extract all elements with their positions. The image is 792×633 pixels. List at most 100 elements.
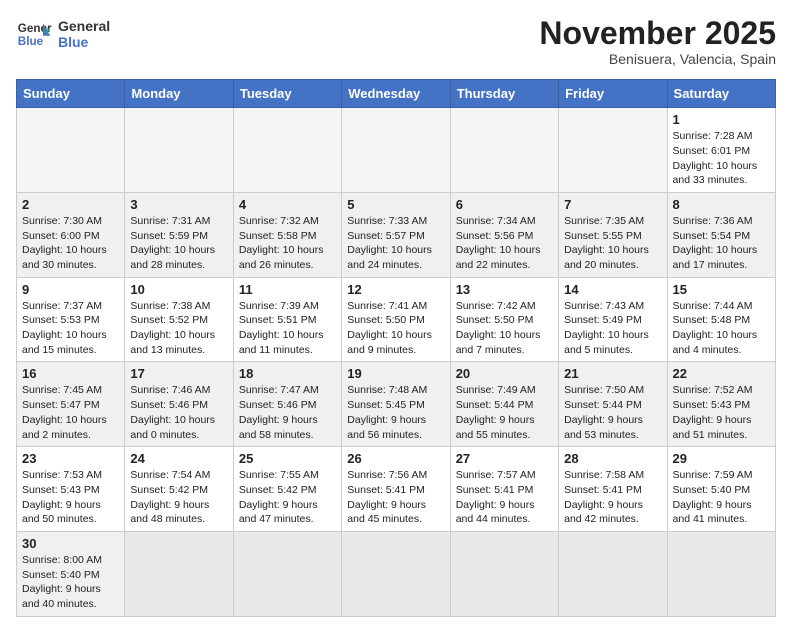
day-cell	[450, 108, 558, 193]
weekday-header-sunday: Sunday	[17, 80, 125, 108]
week-row-3: 9 Sunrise: 7:37 AM Sunset: 5:53 PM Daylig…	[17, 277, 776, 362]
day-info: Sunrise: 7:37 AM Sunset: 5:53 PM Dayligh…	[22, 299, 119, 358]
day-number: 9	[22, 282, 119, 297]
title-area: November 2025 Benisuera, Valencia, Spain	[539, 16, 776, 67]
day-number: 2	[22, 197, 119, 212]
day-cell: 2 Sunrise: 7:30 AM Sunset: 6:00 PM Daylig…	[17, 192, 125, 277]
day-number: 14	[564, 282, 661, 297]
day-number: 27	[456, 451, 553, 466]
day-cell: 9 Sunrise: 7:37 AM Sunset: 5:53 PM Daylig…	[17, 277, 125, 362]
weekday-header-row: SundayMondayTuesdayWednesdayThursdayFrid…	[17, 80, 776, 108]
weekday-header-saturday: Saturday	[667, 80, 775, 108]
day-cell: 13 Sunrise: 7:42 AM Sunset: 5:50 PM Dayli…	[450, 277, 558, 362]
day-number: 23	[22, 451, 119, 466]
logo-line2: Blue	[58, 34, 110, 50]
logo-line1: General	[58, 18, 110, 34]
day-number: 12	[347, 282, 444, 297]
day-number: 28	[564, 451, 661, 466]
day-cell: 30Sunrise: 8:00 AM Sunset: 5:40 PM Dayli…	[17, 531, 125, 616]
week-row-1: 1 Sunrise: 7:28 AM Sunset: 6:01 PM Daylig…	[17, 108, 776, 193]
day-number: 8	[673, 197, 770, 212]
day-info: Sunrise: 7:49 AM Sunset: 5:44 PM Dayligh…	[456, 383, 553, 442]
day-cell	[125, 108, 233, 193]
day-cell	[559, 108, 667, 193]
day-info: Sunrise: 7:58 AM Sunset: 5:41 PM Dayligh…	[564, 468, 661, 527]
day-cell: 21 Sunrise: 7:50 AM Sunset: 5:44 PM Dayli…	[559, 362, 667, 447]
day-number: 29	[673, 451, 770, 466]
day-info: Sunrise: 7:46 AM Sunset: 5:46 PM Dayligh…	[130, 383, 227, 442]
day-info: Sunrise: 7:47 AM Sunset: 5:46 PM Dayligh…	[239, 383, 336, 442]
logo-icon: General Blue	[16, 16, 52, 52]
day-cell: 22 Sunrise: 7:52 AM Sunset: 5:43 PM Dayli…	[667, 362, 775, 447]
day-number: 16	[22, 366, 119, 381]
day-info: Sunrise: 7:54 AM Sunset: 5:42 PM Dayligh…	[130, 468, 227, 527]
day-cell: 15 Sunrise: 7:44 AM Sunset: 5:48 PM Dayli…	[667, 277, 775, 362]
day-number: 5	[347, 197, 444, 212]
day-number: 3	[130, 197, 227, 212]
day-number: 7	[564, 197, 661, 212]
svg-text:Blue: Blue	[18, 35, 44, 48]
day-info: Sunrise: 7:55 AM Sunset: 5:42 PM Dayligh…	[239, 468, 336, 527]
day-info: Sunrise: 7:57 AM Sunset: 5:41 PM Dayligh…	[456, 468, 553, 527]
day-cell: 29 Sunrise: 7:59 AM Sunset: 5:40 PM Dayli…	[667, 447, 775, 532]
location-title: Benisuera, Valencia, Spain	[539, 51, 776, 67]
day-cell	[125, 531, 233, 616]
day-cell: 10Sunrise: 7:38 AM Sunset: 5:52 PM Dayli…	[125, 277, 233, 362]
day-cell	[450, 531, 558, 616]
day-number: 20	[456, 366, 553, 381]
day-cell: 20 Sunrise: 7:49 AM Sunset: 5:44 PM Dayli…	[450, 362, 558, 447]
logo: General Blue General Blue	[16, 16, 110, 52]
day-cell: 27 Sunrise: 7:57 AM Sunset: 5:41 PM Dayli…	[450, 447, 558, 532]
day-number: 18	[239, 366, 336, 381]
day-cell	[342, 108, 450, 193]
day-info: Sunrise: 7:42 AM Sunset: 5:50 PM Dayligh…	[456, 299, 553, 358]
day-info: Sunrise: 7:39 AM Sunset: 5:51 PM Dayligh…	[239, 299, 336, 358]
day-info: Sunrise: 7:34 AM Sunset: 5:56 PM Dayligh…	[456, 214, 553, 273]
day-cell: 3Sunrise: 7:31 AM Sunset: 5:59 PM Daylig…	[125, 192, 233, 277]
day-number: 11	[239, 282, 336, 297]
day-cell: 11 Sunrise: 7:39 AM Sunset: 5:51 PM Dayli…	[233, 277, 341, 362]
day-info: Sunrise: 7:43 AM Sunset: 5:49 PM Dayligh…	[564, 299, 661, 358]
day-cell: 25Sunrise: 7:55 AM Sunset: 5:42 PM Dayli…	[233, 447, 341, 532]
day-number: 26	[347, 451, 444, 466]
day-cell: 16 Sunrise: 7:45 AM Sunset: 5:47 PM Dayli…	[17, 362, 125, 447]
day-info: Sunrise: 7:32 AM Sunset: 5:58 PM Dayligh…	[239, 214, 336, 273]
day-info: Sunrise: 7:56 AM Sunset: 5:41 PM Dayligh…	[347, 468, 444, 527]
day-info: Sunrise: 7:53 AM Sunset: 5:43 PM Dayligh…	[22, 468, 119, 527]
day-info: Sunrise: 7:45 AM Sunset: 5:47 PM Dayligh…	[22, 383, 119, 442]
day-number: 4	[239, 197, 336, 212]
day-number: 15	[673, 282, 770, 297]
day-number: 13	[456, 282, 553, 297]
day-cell: 28 Sunrise: 7:58 AM Sunset: 5:41 PM Dayli…	[559, 447, 667, 532]
day-info: Sunrise: 7:50 AM Sunset: 5:44 PM Dayligh…	[564, 383, 661, 442]
weekday-header-friday: Friday	[559, 80, 667, 108]
week-row-6: 30Sunrise: 8:00 AM Sunset: 5:40 PM Dayli…	[17, 531, 776, 616]
week-row-5: 23 Sunrise: 7:53 AM Sunset: 5:43 PM Dayli…	[17, 447, 776, 532]
day-cell	[559, 531, 667, 616]
day-number: 17	[130, 366, 227, 381]
day-number: 22	[673, 366, 770, 381]
week-row-2: 2 Sunrise: 7:30 AM Sunset: 6:00 PM Daylig…	[17, 192, 776, 277]
day-cell: 18 Sunrise: 7:47 AM Sunset: 5:46 PM Dayli…	[233, 362, 341, 447]
day-cell: 4 Sunrise: 7:32 AM Sunset: 5:58 PM Daylig…	[233, 192, 341, 277]
day-number: 1	[673, 112, 770, 127]
day-cell: 24Sunrise: 7:54 AM Sunset: 5:42 PM Dayli…	[125, 447, 233, 532]
day-info: Sunrise: 7:44 AM Sunset: 5:48 PM Dayligh…	[673, 299, 770, 358]
day-info: Sunrise: 7:41 AM Sunset: 5:50 PM Dayligh…	[347, 299, 444, 358]
day-cell: 8Sunrise: 7:36 AM Sunset: 5:54 PM Daylig…	[667, 192, 775, 277]
day-info: Sunrise: 7:59 AM Sunset: 5:40 PM Dayligh…	[673, 468, 770, 527]
day-cell: 5Sunrise: 7:33 AM Sunset: 5:57 PM Daylig…	[342, 192, 450, 277]
day-cell: 26 Sunrise: 7:56 AM Sunset: 5:41 PM Dayli…	[342, 447, 450, 532]
day-cell	[342, 531, 450, 616]
header: General Blue General Blue November 2025 …	[16, 16, 776, 67]
calendar: SundayMondayTuesdayWednesdayThursdayFrid…	[16, 79, 776, 617]
day-info: Sunrise: 7:28 AM Sunset: 6:01 PM Dayligh…	[673, 129, 770, 188]
day-info: Sunrise: 7:52 AM Sunset: 5:43 PM Dayligh…	[673, 383, 770, 442]
month-title: November 2025	[539, 16, 776, 51]
day-number: 6	[456, 197, 553, 212]
day-number: 21	[564, 366, 661, 381]
day-number: 10	[130, 282, 227, 297]
day-info: Sunrise: 7:30 AM Sunset: 6:00 PM Dayligh…	[22, 214, 119, 273]
day-cell	[233, 531, 341, 616]
day-cell	[667, 531, 775, 616]
